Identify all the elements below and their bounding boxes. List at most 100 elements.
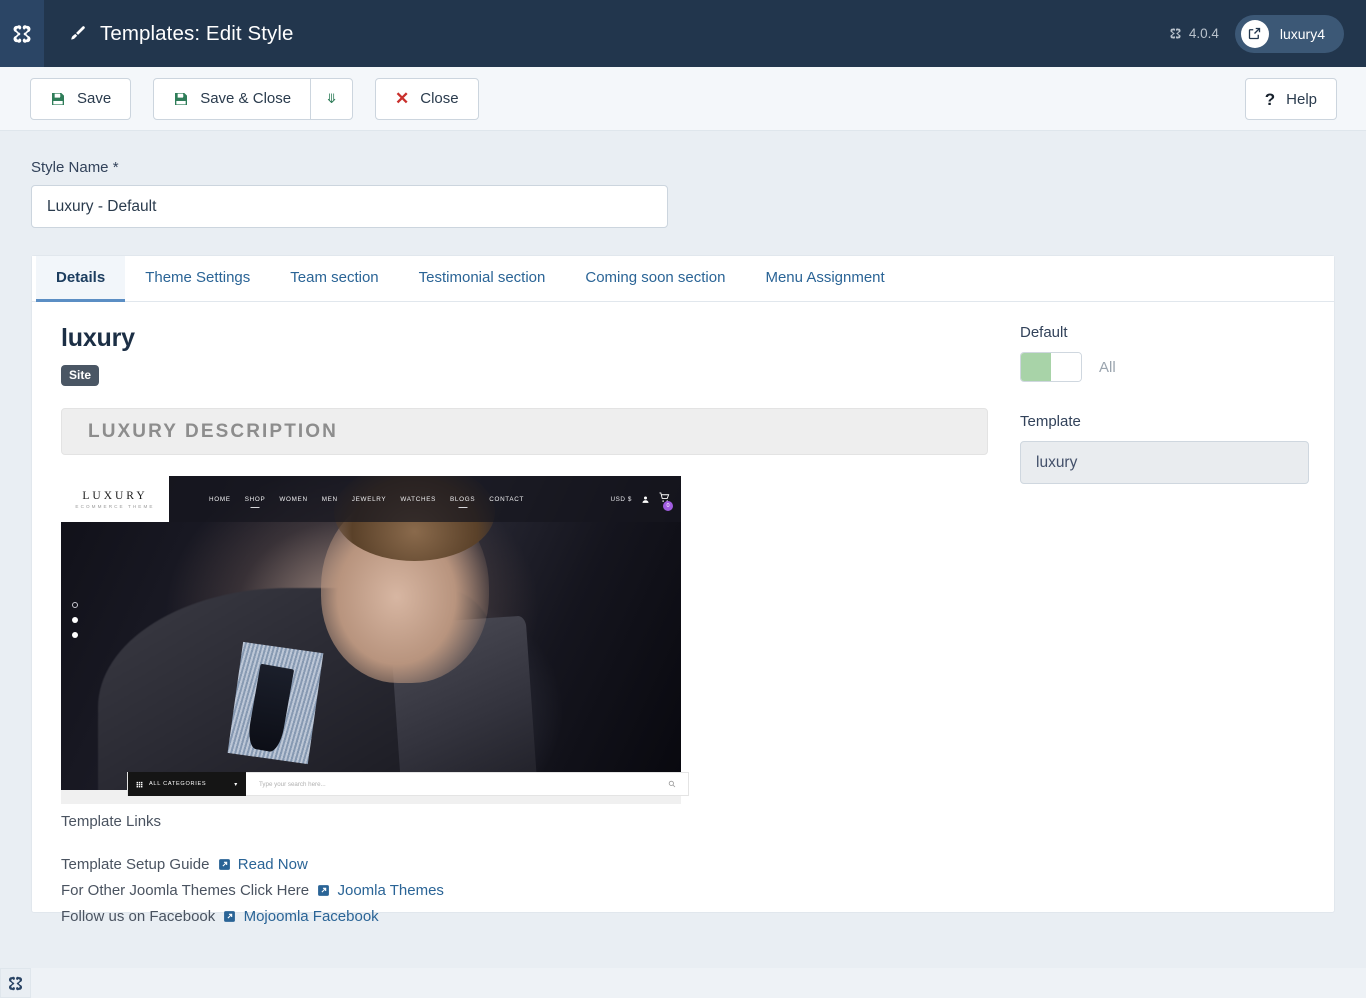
chevron-down-icon: ⤋ — [326, 91, 337, 106]
preview-search-bar: ALL CATEGORIES ▾ Type your search here..… — [127, 772, 689, 796]
preview-navbar: LUXURY ECOMMERCE THEME HOME SHOP WOMEN M… — [61, 476, 681, 522]
external-link-icon — [317, 881, 330, 905]
close-button[interactable]: ✕ Close — [375, 77, 479, 120]
toolbar-right-group: ? Help — [1244, 78, 1337, 120]
footer-joomla-logo-button[interactable] — [0, 968, 31, 998]
template-value-input — [1020, 441, 1309, 484]
question-mark-icon: ? — [1264, 89, 1276, 109]
joomla-themes-link[interactable]: Joomla Themes — [337, 882, 443, 899]
mojoomla-facebook-link[interactable]: Mojoomla Facebook — [244, 908, 379, 925]
template-link-row-setup-guide: Template Setup Guide Read Now — [61, 853, 990, 879]
external-link-icon — [1240, 19, 1269, 48]
preview-logo-sub: ECOMMERCE THEME — [75, 503, 155, 509]
style-name-label: Style Name * — [31, 159, 119, 176]
user-icon — [642, 496, 649, 503]
help-button-label: Help — [1286, 90, 1317, 108]
help-button[interactable]: ? Help — [1244, 78, 1337, 120]
details-panel: luxury Site LUXURY DESCRIPTION LUXURY EC… — [32, 302, 1334, 931]
preview-hero-photo — [61, 476, 681, 804]
setup-guide-text: Template Setup Guide — [61, 856, 210, 873]
version-number: 4.0.4 — [1188, 26, 1219, 41]
template-preview-image: LUXURY ECOMMERCE THEME HOME SHOP WOMEN M… — [61, 476, 689, 804]
carousel-dot-3 — [72, 632, 78, 638]
template-links-title: Template Links — [61, 813, 162, 830]
save-button-label: Save — [77, 90, 112, 107]
preview-navbar-right: USD $ 0 — [610, 476, 673, 522]
preview-cart-count-badge: 0 — [663, 501, 673, 511]
preview-logo: LUXURY ECOMMERCE THEME — [61, 476, 169, 522]
save-options-dropdown-button[interactable]: ⤋ — [310, 77, 353, 120]
tab-bar: Details Theme Settings Team section Test… — [32, 256, 1334, 302]
preview-menu-item-home: HOME — [209, 495, 231, 503]
template-link-row-joomla-themes: For Other Joomla Themes Click Here Jooml… — [61, 879, 990, 905]
preview-site-button[interactable]: luxury4 — [1234, 14, 1344, 53]
joomla-themes-text: For Other Joomla Themes Click Here — [61, 882, 310, 899]
preview-category-label: ALL CATEGORIES — [149, 781, 207, 787]
joomla-logo-icon — [8, 976, 23, 990]
toolbar: Save Save & Close ⤋ ✕ Close ? Help — [0, 67, 1366, 131]
chevron-down-icon: ▾ — [234, 781, 238, 788]
description-header-text: LUXURY DESCRIPTION — [88, 420, 338, 442]
preview-search-placeholder: Type your search here... — [259, 780, 326, 788]
style-name-field-block: Style Name * — [0, 131, 1366, 228]
preview-menu-item-jewelry: JEWELRY — [351, 495, 387, 503]
save-and-close-label: Save & Close — [200, 90, 292, 107]
page-title-group: Templates: Edit Style — [68, 22, 294, 46]
read-now-link[interactable]: Read Now — [238, 856, 308, 873]
save-button[interactable]: Save — [30, 77, 132, 120]
preview-cart: 0 — [659, 490, 673, 511]
app-header: Templates: Edit Style 4.0.4 luxury4 — [0, 0, 1366, 67]
carousel-dot-1 — [72, 602, 78, 608]
template-link-row-facebook: Follow us on Facebook Mojoomla Facebook — [61, 905, 990, 931]
preview-menu-item-women: WOMEN — [279, 495, 308, 503]
default-label: Default — [1020, 324, 1068, 341]
tab-details[interactable]: Details — [36, 256, 126, 302]
app-footer — [0, 968, 1366, 998]
preview-menu: HOME SHOP WOMEN MEN JEWELRY WATCHES BLOG… — [209, 496, 524, 503]
edit-style-card: Details Theme Settings Team section Test… — [31, 255, 1335, 925]
tab-testimonial-section[interactable]: Testimonial section — [399, 256, 566, 302]
carousel-dot-2 — [72, 617, 78, 623]
template-field-label: Template — [1020, 413, 1081, 430]
floppy-disk-icon — [175, 92, 188, 105]
toggle-off-half — [1051, 353, 1081, 381]
version-indicator: 4.0.4 — [1169, 26, 1219, 41]
x-icon: ✕ — [395, 89, 410, 108]
preview-category-dropdown: ALL CATEGORIES ▾ — [128, 772, 246, 796]
preview-menu-item-contact: CONTACT — [489, 495, 525, 503]
joomla-mark-icon — [1170, 28, 1181, 39]
save-and-close-button[interactable]: Save & Close — [153, 77, 312, 120]
save-close-group: Save & Close ⤋ — [153, 77, 353, 120]
preview-carousel-dots — [72, 602, 78, 638]
tab-theme-settings[interactable]: Theme Settings — [125, 256, 270, 302]
preview-menu-item-blogs: BLOGS — [450, 495, 476, 503]
preview-menu-item-shop: SHOP — [244, 495, 266, 503]
grid-icon — [136, 781, 143, 787]
preview-logo-main: LUXURY — [82, 489, 148, 502]
template-name-heading: luxury — [61, 324, 135, 352]
style-name-input[interactable] — [31, 185, 668, 228]
external-link-icon — [223, 907, 236, 931]
status-badge: Site — [61, 365, 100, 386]
details-left-column: luxury Site LUXURY DESCRIPTION LUXURY EC… — [32, 324, 990, 931]
preview-menu-item-watches: WATCHES — [400, 495, 437, 503]
template-links-block: Template Links Template Setup Guide Read… — [61, 813, 990, 931]
toggle-on-half — [1021, 353, 1051, 381]
tab-coming-soon-section[interactable]: Coming soon section — [565, 256, 745, 302]
joomla-logo-icon — [13, 24, 31, 43]
page-title: Templates: Edit Style — [100, 21, 294, 45]
floppy-disk-icon — [52, 92, 64, 105]
default-toggle[interactable] — [1020, 352, 1082, 382]
joomla-logo-button[interactable] — [0, 0, 44, 67]
tab-menu-assignment[interactable]: Menu Assignment — [745, 256, 904, 302]
details-right-column: Default All Template — [990, 324, 1320, 931]
brush-icon — [71, 26, 85, 40]
preview-currency-label: USD $ — [610, 495, 632, 503]
preview-site-label: luxury4 — [1279, 25, 1325, 42]
default-toggle-row: All — [1020, 352, 1320, 382]
template-links-list: Template Setup Guide Read Now For Other … — [61, 853, 990, 931]
search-icon — [668, 775, 688, 793]
facebook-text: Follow us on Facebook — [61, 908, 216, 925]
tab-team-section[interactable]: Team section — [270, 256, 398, 302]
external-link-icon — [218, 855, 231, 879]
